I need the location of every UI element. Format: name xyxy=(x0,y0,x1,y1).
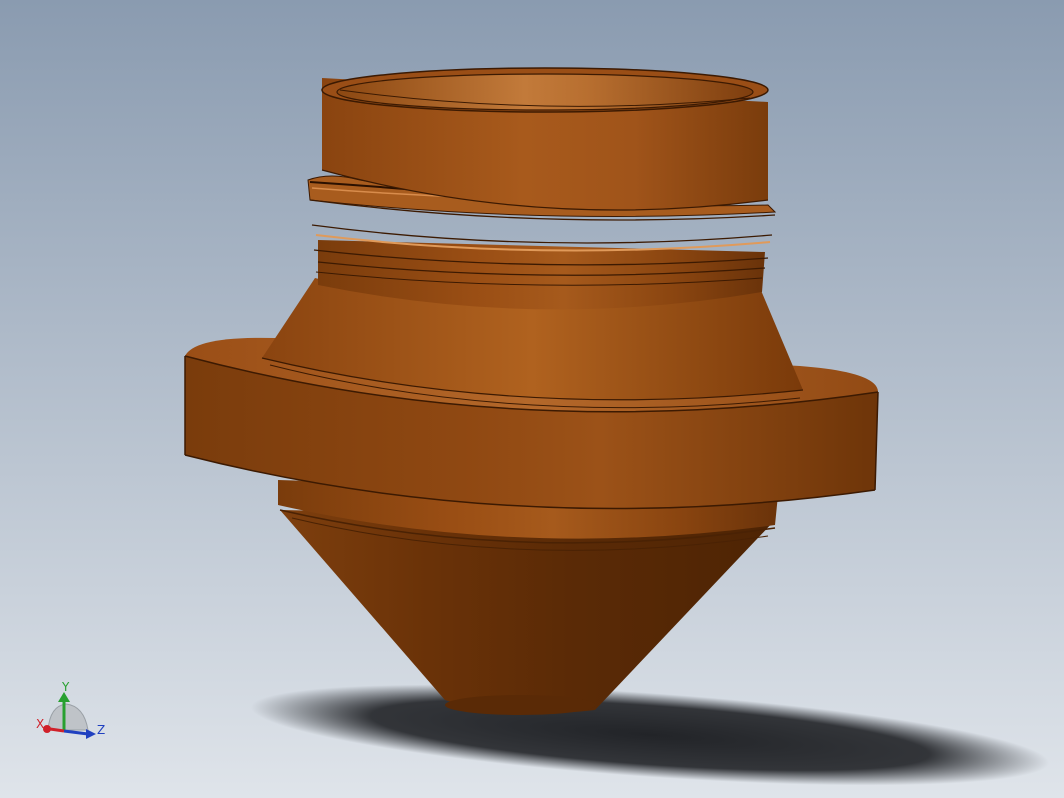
triad-y-label: Y xyxy=(61,680,70,694)
nozzle-tip[interactable] xyxy=(445,695,595,715)
triad-x-label: X xyxy=(36,717,44,731)
triad-z-label: Z xyxy=(97,723,105,737)
graphics-viewport[interactable]: Y Z X xyxy=(0,0,1064,798)
bore-opening[interactable] xyxy=(336,73,754,111)
model-scene[interactable]: Y Z X xyxy=(0,0,1064,798)
x-axis-arrow xyxy=(49,727,65,733)
